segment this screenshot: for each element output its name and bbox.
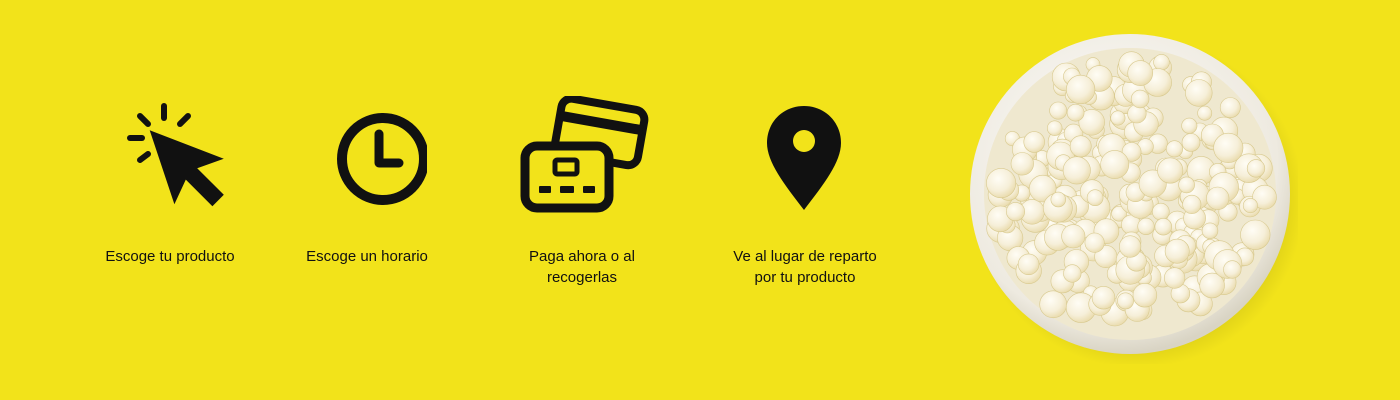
step-choose-product: Escoge tu producto xyxy=(90,96,250,267)
step-payment: Paga ahora o al recogerlas xyxy=(505,96,659,288)
popcorn-kernel xyxy=(1213,132,1244,163)
popcorn-kernel xyxy=(1010,152,1034,176)
popcorn-kernel xyxy=(1084,232,1105,253)
banner: Escoge tu producto Escoge un horario Pag… xyxy=(0,0,1400,400)
popcorn-kernel xyxy=(1130,89,1150,109)
step-choose-time: Escoge un horario xyxy=(287,96,447,267)
popcorn-kernel xyxy=(1152,202,1170,221)
popcorn-kernel xyxy=(1023,131,1045,153)
step-label: Escoge un horario xyxy=(306,248,428,265)
popcorn-kernel xyxy=(986,168,1017,199)
step-label: Paga ahora o al recogerlas xyxy=(529,248,635,286)
popcorn-kernel xyxy=(1066,103,1085,122)
popcorn-kernel xyxy=(1086,189,1104,206)
step-pickup-location: Ve al lugar de reparto por tu producto xyxy=(730,96,880,288)
popcorn-kernel xyxy=(1223,260,1242,279)
popcorn-kernel xyxy=(1091,286,1116,310)
popcorn-kernel xyxy=(1017,253,1040,276)
popcorn-kernel xyxy=(1182,194,1202,214)
popcorn-kernel xyxy=(1197,105,1213,121)
popcorn-kernel xyxy=(1154,218,1173,236)
popcorn-kernel xyxy=(1153,54,1170,71)
popcorn-kernel xyxy=(1119,235,1142,258)
popcorn-kernel xyxy=(1201,222,1219,240)
clock-icon xyxy=(337,113,427,205)
popcorn-kernel xyxy=(1219,97,1241,119)
popcorn-kernel xyxy=(1069,135,1092,158)
step-label: Ve al lugar de reparto por tu producto xyxy=(733,248,877,286)
popcorn-kernel xyxy=(1062,156,1091,185)
step-label: Escoge tu producto xyxy=(105,248,235,265)
popcorn-kernel xyxy=(1164,238,1190,264)
popcorn-kernel xyxy=(1157,157,1184,184)
popcorn-kernel xyxy=(1046,120,1063,136)
popcorn-kernel xyxy=(1164,267,1186,289)
popcorn-kernel xyxy=(1100,150,1130,179)
popcorn-kernel xyxy=(1065,74,1096,105)
popcorn-kernel xyxy=(1242,198,1258,214)
popcorn-kernel xyxy=(1166,140,1184,158)
location-pin-icon xyxy=(767,106,841,210)
popcorn-kernel xyxy=(1117,292,1134,310)
popcorn-bowl-image xyxy=(970,34,1298,364)
credit-cards-icon xyxy=(520,96,649,213)
popcorn-kernel xyxy=(1178,176,1195,194)
popcorn-kernel xyxy=(1137,217,1155,235)
popcorn-kernel xyxy=(1185,79,1213,107)
popcorn-kernel xyxy=(1181,133,1201,152)
popcorn-kernel xyxy=(1240,219,1271,250)
popcorn-kernel xyxy=(1061,224,1086,249)
popcorn-kernel xyxy=(1206,186,1230,210)
popcorn-kernel xyxy=(1246,159,1266,178)
cursor-click-icon xyxy=(127,103,224,207)
popcorn-kernel xyxy=(1005,202,1025,222)
popcorn-kernel xyxy=(1050,191,1067,208)
popcorn-kernel xyxy=(1110,110,1126,126)
popcorn-kernel xyxy=(1049,101,1068,120)
popcorn-kernel xyxy=(1039,290,1067,319)
popcorn-kernel xyxy=(1063,264,1082,283)
popcorn-kernel xyxy=(1127,60,1153,86)
popcorn-kernel xyxy=(1132,283,1158,308)
popcorn-kernel xyxy=(1181,117,1198,134)
